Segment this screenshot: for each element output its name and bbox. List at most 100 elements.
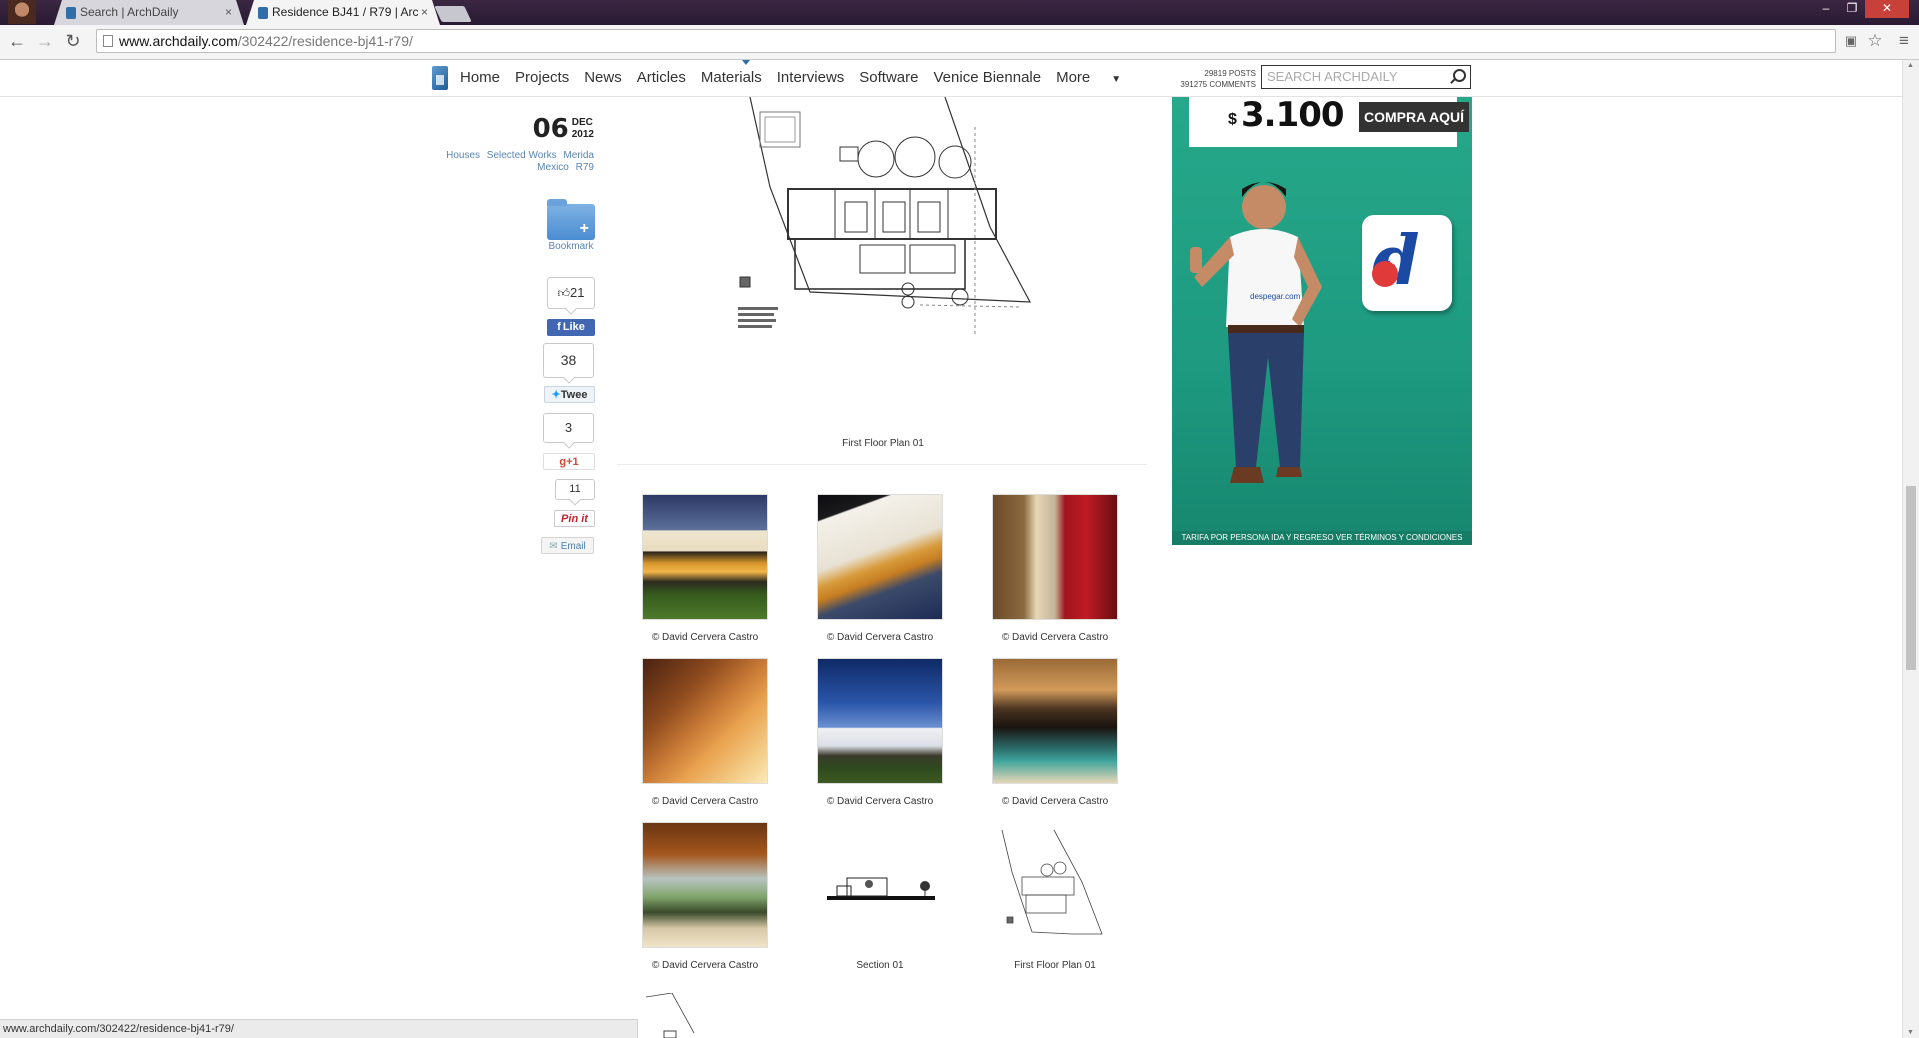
ad-person-illustration: despegar.com <box>1190 182 1322 483</box>
site-navigation: Home Projects News Articles Materials In… <box>0 60 1902 97</box>
nav-news[interactable]: News <box>584 68 622 90</box>
ad-fine-print: TARIFA POR PERSONA IDA Y REGRESO VER TÉR… <box>1172 531 1472 545</box>
gallery-photo-exterior-night[interactable] <box>817 658 943 784</box>
ad-price: 3.100 <box>1241 97 1345 135</box>
page-scrollbar[interactable]: ▲ ▼ <box>1902 60 1919 1038</box>
menu-icon[interactable]: ≡ <box>1893 30 1915 52</box>
close-tab-icon[interactable]: × <box>225 0 232 25</box>
nav-articles[interactable]: Articles <box>637 68 686 90</box>
drawing-caption: First Floor Plan 01 <box>1014 960 1096 971</box>
tweet-count: 38 <box>543 343 594 378</box>
search-input[interactable]: SEARCH ARCHDAILY <box>1261 65 1471 89</box>
nav-software[interactable]: Software <box>859 68 918 90</box>
thumbs-up-icon: 👍︎ <box>557 286 571 300</box>
address-bar[interactable]: www.archdaily.com/302422/residence-bj41-… <box>96 29 1836 53</box>
search-placeholder: SEARCH ARCHDAILY <box>1267 69 1398 84</box>
bookmark-button[interactable]: Bookmark <box>536 241 606 252</box>
profile-avatar[interactable] <box>8 0 36 24</box>
despegar-logo-icon: d ✈ <box>1362 215 1452 311</box>
nav-more[interactable]: More ▼ <box>1056 68 1136 90</box>
gallery-drawing-floor-plan[interactable] <box>992 822 1118 948</box>
email-label: Email <box>560 541 586 552</box>
scroll-down-icon[interactable]: ▼ <box>1907 1029 1914 1036</box>
photo-credit: © David Cervera Castro <box>651 960 759 971</box>
tag-link[interactable]: Houses <box>446 150 480 161</box>
floor-plan-svg <box>738 96 1032 337</box>
tag-link[interactable]: Selected Works <box>487 150 557 161</box>
tag-link[interactable]: Mexico <box>537 162 569 173</box>
gplus-count: 3 <box>543 413 594 443</box>
search-icon[interactable] <box>1453 69 1466 82</box>
tag-link[interactable]: Merida <box>563 150 594 161</box>
nav-interviews[interactable]: Interviews <box>777 68 845 90</box>
gallery-photo-exterior-pool[interactable] <box>817 494 943 620</box>
site-stats: 29819 POSTS 391275 COMMENTS <box>1170 68 1256 90</box>
date-year: 2012 <box>571 129 594 140</box>
google-plus-button[interactable]: g+1 <box>543 453 595 470</box>
tweet-button[interactable]: ✦Twee <box>544 386 595 403</box>
page-icon <box>103 35 113 47</box>
close-tab-icon[interactable]: × <box>421 0 428 25</box>
status-bar: www.archdaily.com/302422/residence-bj41-… <box>0 1019 638 1038</box>
gallery-photo-staircase[interactable] <box>642 658 768 784</box>
partial-drawing-svg <box>645 993 695 1038</box>
gallery-drawing-section[interactable] <box>817 822 943 948</box>
like-count: 21 <box>570 285 585 300</box>
section-divider <box>617 464 1147 465</box>
gallery-photo-living-room[interactable] <box>992 658 1118 784</box>
scrollbar-thumb[interactable] <box>1906 486 1916 670</box>
nav-projects[interactable]: Projects <box>515 68 569 90</box>
tag-link[interactable]: R79 <box>576 162 594 173</box>
nav-materials[interactable]: Materials <box>701 68 762 90</box>
chevron-down-icon: ▼ <box>1111 74 1122 85</box>
article-tags: Houses Selected Works Merida Mexico R79 <box>430 150 594 174</box>
advertisement-despegar[interactable]: $ 3.100 COMPRA AQUÍ despegar.com d ✈ TAR… <box>1172 97 1472 545</box>
gallery-photo-lounge[interactable] <box>642 822 768 948</box>
ad-buy-button[interactable]: COMPRA AQUÍ <box>1359 102 1469 132</box>
back-icon[interactable]: ← <box>6 30 28 52</box>
twitter-bird-icon: ✦ <box>551 389 561 401</box>
gallery-drawing-partial[interactable] <box>642 993 768 1038</box>
nav-active-marker <box>742 60 750 65</box>
restore-icon[interactable]: ❐ <box>1839 0 1865 18</box>
new-tab-button[interactable] <box>434 6 472 22</box>
scroll-up-icon[interactable]: ▲ <box>1907 62 1914 69</box>
envelope-icon: ✉ <box>549 541 558 552</box>
url-path: /302422/residence-bj41-r79/ <box>237 33 413 49</box>
photo-credit: © David Cervera Castro <box>1001 632 1109 643</box>
pin-count: 11 <box>555 479 595 500</box>
floor-plan-drawing[interactable] <box>720 96 1040 347</box>
gallery-photo-exterior-dusk[interactable] <box>642 494 768 620</box>
facebook-like-button[interactable]: f Like <box>547 319 595 336</box>
drawing-caption: Section 01 <box>856 960 904 971</box>
email-button[interactable]: ✉ Email <box>541 537 594 554</box>
nav-venice-biennale[interactable]: Venice Biennale <box>934 68 1042 90</box>
browser-toolbar: ← → ↻ www.archdaily.com/302422/residence… <box>0 25 1919 60</box>
pin-it-button[interactable]: Pin it <box>554 510 595 527</box>
photo-credit: © David Cervera Castro <box>826 632 934 643</box>
photo-credit: © David Cervera Castro <box>1001 796 1109 807</box>
close-window-icon[interactable]: ✕ <box>1865 0 1909 18</box>
archdaily-favicon-icon <box>66 7 76 19</box>
comments-count: 391275 COMMENTS <box>1180 80 1256 89</box>
date-day: 06 <box>532 114 569 144</box>
nav-home[interactable]: Home <box>460 68 500 90</box>
reload-icon[interactable]: ↻ <box>62 30 84 52</box>
star-icon[interactable]: ☆ <box>1864 30 1886 52</box>
bookmark-folder-icon[interactable]: + <box>547 199 595 240</box>
archdaily-logo-icon[interactable] <box>432 66 448 90</box>
minimize-icon[interactable]: – <box>1813 0 1839 18</box>
tab-residence-bj41[interactable]: Residence BJ41 / R79 | Arc × <box>246 0 440 25</box>
forward-icon[interactable]: → <box>34 30 56 52</box>
plan-caption: First Floor Plan 01 <box>842 438 924 449</box>
posts-count: 29819 POSTS <box>1204 69 1256 78</box>
ad-shirt-brand: despegar.com <box>1250 292 1301 301</box>
fb-like-count: 👍︎21 <box>547 277 595 309</box>
section-drawing-svg <box>827 877 935 900</box>
gallery-photo-kitchen[interactable] <box>992 494 1118 620</box>
browser-title-bar: Search | ArchDaily × Residence BJ41 / R7… <box>0 0 1919 25</box>
floor-plan-thumb-svg <box>1001 829 1103 935</box>
date-month-year: DEC 2012 <box>572 117 594 141</box>
translate-icon[interactable]: ▣ <box>1840 30 1862 52</box>
tab-search-archdaily[interactable]: Search | ArchDaily × <box>54 0 244 25</box>
